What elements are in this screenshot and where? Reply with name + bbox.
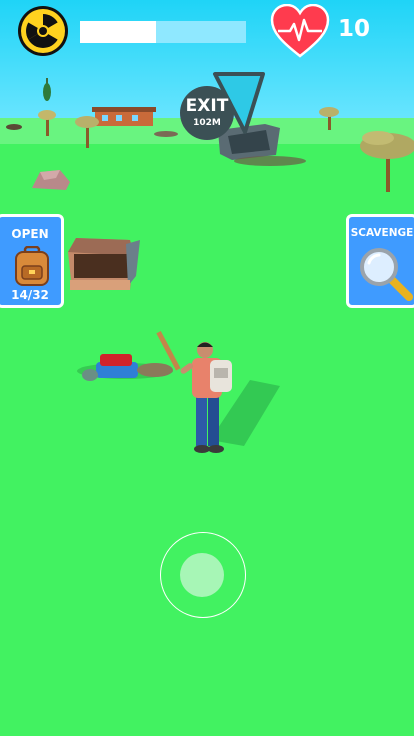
health-value: 10: [338, 16, 371, 42]
open-backpack-button[interactable]: OPEN 14/32: [0, 214, 64, 308]
scavenge-button-label: SCAVENGE: [350, 227, 414, 239]
tree: [38, 110, 56, 136]
supply-crate: [68, 238, 140, 290]
exit-marker: EXIT 102M: [180, 86, 234, 140]
fallen-zombie: [77, 354, 173, 381]
joystick-knob[interactable]: [180, 553, 224, 597]
open-button-label: OPEN: [11, 227, 49, 241]
exit-label: EXIT: [185, 96, 229, 116]
magnifier-icon: [360, 248, 413, 301]
inventory-count: 14/32: [11, 288, 49, 302]
tree: [75, 116, 99, 148]
scavenge-button[interactable]: SCAVENGE: [346, 214, 414, 308]
debris: [6, 124, 22, 130]
debris: [154, 131, 178, 137]
progress-fill: [80, 21, 157, 43]
tree: [43, 78, 51, 101]
heart-icon: [270, 4, 330, 58]
tree: [319, 107, 339, 130]
exit-distance: 102M: [193, 118, 221, 128]
radiation-progress-bar: [80, 21, 246, 43]
backpack-icon: [15, 246, 49, 286]
radiation-icon: [18, 6, 68, 56]
tree: [360, 131, 414, 192]
